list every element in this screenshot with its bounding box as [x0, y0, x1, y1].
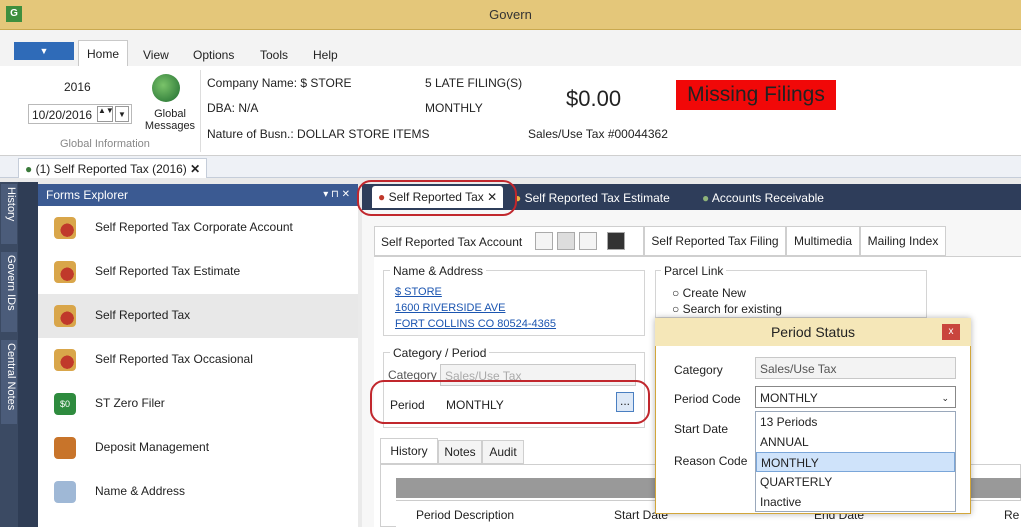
forms-explorer-header: Forms Explorer ▾ ⊓ ✕ — [38, 184, 358, 206]
search-icon — [54, 305, 76, 327]
list-item[interactable]: Self Reported Tax Corporate Account — [38, 206, 358, 250]
tab-audit[interactable]: Audit — [482, 440, 524, 464]
category-period-legend: Category / Period — [390, 346, 490, 360]
close-icon[interactable]: ✕ — [190, 162, 200, 176]
window-title: Govern — [489, 7, 532, 22]
date-picker[interactable]: 10/20/2016 ▲▼ ▼ — [28, 104, 132, 124]
search-icon — [54, 261, 76, 283]
tax-number: Sales/Use Tax #00044362 — [528, 127, 668, 141]
radio-search-existing[interactable]: ○ Search for existing — [672, 302, 782, 316]
form-icon: ● — [25, 162, 33, 176]
global-information-group-label: Global Information — [60, 138, 150, 150]
company-name: Company Name: $ STORE — [207, 76, 352, 90]
address-line-2[interactable]: 1600 RIVERSIDE AVE — [395, 302, 505, 314]
radio-create-new[interactable]: ○ Create New — [672, 286, 746, 300]
reason-code-label: Reason Code — [674, 454, 748, 468]
list-item[interactable]: Deposit Management — [38, 426, 358, 470]
nature-of-business: Nature of Busn.: DOLLAR STORE ITEMS — [207, 127, 430, 141]
tab-notes[interactable]: Notes — [438, 440, 482, 464]
dropdown-option[interactable]: ANNUAL — [756, 432, 955, 452]
chevron-down-icon: ⌄ — [941, 393, 949, 403]
new-icon[interactable] — [535, 232, 553, 250]
tab-history[interactable]: History — [380, 438, 438, 464]
account-toolbar: Self Reported Tax Account — [374, 226, 644, 256]
dialog-category-select[interactable]: Sales/Use Tax — [755, 357, 956, 379]
tab-options[interactable]: Options — [185, 44, 242, 66]
highlight-ring — [357, 180, 517, 216]
tab-mailing-index[interactable]: Mailing Index — [860, 226, 946, 256]
tab-home[interactable]: Home — [78, 40, 129, 66]
highlight-ring — [370, 380, 650, 424]
rail-tab-history[interactable]: History — [1, 184, 17, 244]
tab-help[interactable]: Help — [305, 44, 346, 66]
list-item[interactable]: Self Reported Tax Estimate — [38, 250, 358, 294]
panel-pin-icon[interactable]: ▾ ⊓ ✕ — [323, 184, 350, 206]
rail-tab-govern-ids[interactable]: Govern IDs — [1, 252, 17, 332]
address-line-3[interactable]: FORT COLLINS CO 80524-4365 — [395, 318, 556, 330]
column-header-period-description[interactable]: Period Description — [416, 508, 514, 522]
tab-view[interactable]: View — [135, 44, 177, 66]
period-code-select[interactable]: MONTHLY ⌄ — [755, 386, 956, 408]
list-item[interactable]: Name & Address — [38, 470, 358, 514]
delete-icon[interactable] — [579, 232, 597, 250]
dropdown-option[interactable]: 13 Periods — [756, 412, 955, 432]
dropdown-option[interactable]: MONTHLY — [756, 452, 955, 472]
period-code-label: Period Code — [674, 392, 741, 406]
date-spin-icon[interactable]: ▲▼ — [97, 106, 114, 122]
search-icon — [54, 349, 76, 371]
period-code-dropdown: 13 Periods ANNUAL MONTHLY QUARTERLY Inac… — [755, 411, 956, 512]
tab-self-reported-tax-filing[interactable]: Self Reported Tax Filing — [644, 226, 786, 256]
list-item[interactable]: Self Reported Tax Occasional — [38, 338, 358, 382]
search-icon — [54, 217, 76, 239]
rail-tab-central-notes[interactable]: Central Notes — [1, 340, 17, 424]
address-line-1[interactable]: $ STORE — [395, 286, 442, 298]
grid-view-icon[interactable] — [607, 232, 625, 250]
document-tab-self-reported-tax[interactable]: ● (1) Self Reported Tax (2016) ✕ — [18, 158, 208, 178]
rail-gutter — [18, 182, 38, 527]
global-messages-button[interactable]: Global Messages — [144, 108, 196, 132]
list-item[interactable]: $0 ST Zero Filer — [38, 382, 358, 426]
date-dropdown-icon[interactable]: ▼ — [115, 106, 129, 122]
balance-amount: $0.00 — [566, 86, 622, 111]
tab-multimedia[interactable]: Multimedia — [786, 226, 860, 256]
address-icon — [54, 481, 76, 503]
dialog-category-label: Category — [674, 363, 723, 377]
deposit-icon — [54, 437, 76, 459]
money-icon: $0 — [54, 393, 76, 415]
dba: DBA: N/A — [207, 101, 259, 115]
late-filings: 5 LATE FILING(S) — [425, 76, 523, 90]
globe-envelope-icon[interactable] — [152, 74, 180, 102]
name-address-legend: Name & Address — [390, 264, 487, 278]
tab-accounts-receivable[interactable]: ● Accounts Receivable — [696, 189, 830, 208]
tab-tools[interactable]: Tools — [252, 44, 296, 66]
column-header-reason[interactable]: Re — [1004, 508, 1019, 522]
start-date-label: Start Date — [674, 422, 729, 436]
missing-filings-badge: Missing Filings — [676, 80, 836, 110]
forms-explorer-list: Self Reported Tax Corporate Account Self… — [38, 206, 358, 527]
dropdown-option[interactable]: Inactive — [756, 492, 955, 512]
tab-self-reported-tax-estimate[interactable]: ● Self Reported Tax Estimate — [508, 189, 676, 208]
file-menu-button[interactable]: ▼ — [14, 42, 74, 60]
list-item[interactable]: Self Reported Tax — [38, 294, 358, 338]
dropdown-option[interactable]: QUARTERLY — [756, 472, 955, 492]
parcel-link-legend: Parcel Link — [661, 264, 727, 278]
receivable-icon: ● — [702, 191, 710, 205]
year-label: 2016 — [64, 80, 91, 94]
ribbon-divider — [200, 70, 201, 152]
save-icon[interactable] — [557, 232, 575, 250]
dialog-title: Period Status — [655, 318, 971, 346]
close-icon[interactable]: x — [942, 324, 960, 340]
filing-frequency: MONTHLY — [425, 101, 483, 115]
